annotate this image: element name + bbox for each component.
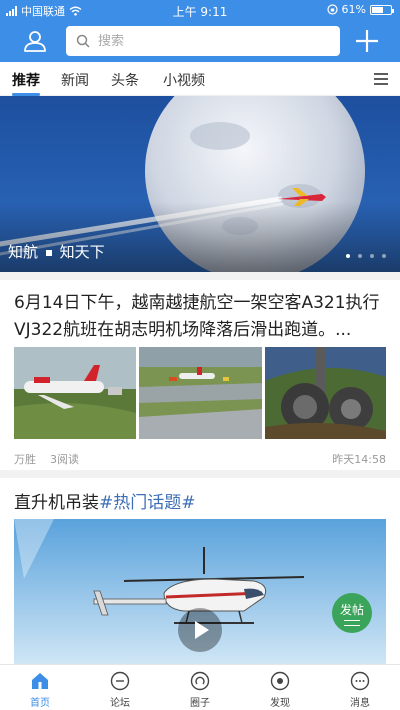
banner-carousel[interactable]: 知航 知天下 bbox=[0, 96, 400, 272]
thumbnail-runway bbox=[139, 347, 262, 439]
battery-icon bbox=[370, 4, 394, 15]
status-bar: 中国联通 上午 9:11 61% bbox=[0, 0, 400, 20]
nav-home-label: 首页 bbox=[30, 698, 50, 709]
carousel-dot[interactable] bbox=[382, 254, 386, 258]
message-icon bbox=[350, 671, 370, 691]
carousel-dots[interactable] bbox=[346, 254, 386, 258]
nav-circle[interactable]: 圈子 bbox=[160, 665, 240, 710]
article-title-text: 直升机吊装 bbox=[14, 493, 99, 513]
nav-message-label: 消息 bbox=[350, 698, 370, 709]
hashtag-link[interactable]: #热门话题# bbox=[99, 493, 196, 513]
status-right: 61% bbox=[326, 3, 394, 16]
post-button-label: 发帖 bbox=[339, 603, 364, 617]
nav-discover[interactable]: 发现 bbox=[240, 665, 320, 710]
banner-caption-right: 知天下 bbox=[59, 243, 105, 261]
carousel-dot[interactable] bbox=[358, 254, 362, 258]
article-read-count: 3阅读 bbox=[50, 453, 79, 466]
nav-message[interactable]: 消息 bbox=[320, 665, 400, 710]
hamburger-menu-icon[interactable] bbox=[374, 72, 388, 86]
play-icon[interactable] bbox=[177, 607, 223, 653]
app-header: 中国联通 上午 9:11 61% bbox=[0, 0, 400, 62]
orientation-lock-icon bbox=[326, 4, 338, 15]
post-button[interactable]: 发帖 bbox=[332, 593, 372, 633]
article-time: 昨天14:58 bbox=[332, 453, 386, 466]
nav-forum-label: 论坛 bbox=[110, 698, 130, 709]
search-input[interactable] bbox=[98, 33, 318, 49]
nav-home[interactable]: 首页 bbox=[0, 665, 80, 710]
forum-icon bbox=[110, 671, 130, 691]
nav-circle-label: 圈子 bbox=[190, 698, 210, 709]
video-thumbnail[interactable]: 发帖 bbox=[14, 519, 386, 664]
discover-icon bbox=[270, 671, 290, 691]
tab-headlines[interactable]: 头条 bbox=[111, 70, 139, 90]
square-bullet-icon bbox=[45, 249, 52, 256]
banner-caption: 知航 知天下 bbox=[8, 241, 105, 262]
article-thumbnails[interactable] bbox=[14, 347, 386, 439]
thumbnail-crashed-plane bbox=[14, 347, 136, 439]
circle-icon bbox=[190, 671, 210, 691]
search-icon bbox=[76, 34, 90, 48]
article-author: 万胜 bbox=[14, 453, 36, 466]
user-icon[interactable] bbox=[22, 28, 48, 54]
battery-fill bbox=[372, 6, 383, 13]
plus-icon[interactable] bbox=[354, 28, 380, 54]
article-title[interactable]: 6月14日下午，越南越捷航空一架空客A321执行VJ322航班在胡志明机场降落后… bbox=[14, 290, 388, 344]
banner-caption-left: 知航 bbox=[8, 243, 39, 261]
bottom-navigation: 首页 论坛 圈子 发现 消息 bbox=[0, 664, 400, 710]
tab-recommend[interactable]: 推荐 bbox=[12, 70, 40, 90]
section-divider bbox=[0, 470, 400, 478]
carousel-dot[interactable] bbox=[346, 254, 350, 258]
search-bar[interactable] bbox=[66, 26, 340, 56]
section-divider bbox=[0, 272, 400, 280]
carousel-dot[interactable] bbox=[370, 254, 374, 258]
article-title-2[interactable]: 直升机吊装#热门话题# bbox=[14, 488, 196, 513]
battery-percent: 61% bbox=[341, 3, 366, 16]
thumbnail-landing-gear bbox=[265, 347, 386, 439]
nav-discover-label: 发现 bbox=[270, 698, 290, 709]
home-icon bbox=[32, 673, 48, 689]
tab-short-video[interactable]: 小视频 bbox=[163, 70, 205, 90]
nav-forum[interactable]: 论坛 bbox=[80, 665, 160, 710]
category-tabs: 推荐 新闻 头条 小视频 bbox=[0, 62, 400, 96]
tab-news[interactable]: 新闻 bbox=[61, 70, 89, 90]
post-lines-icon bbox=[344, 620, 360, 626]
